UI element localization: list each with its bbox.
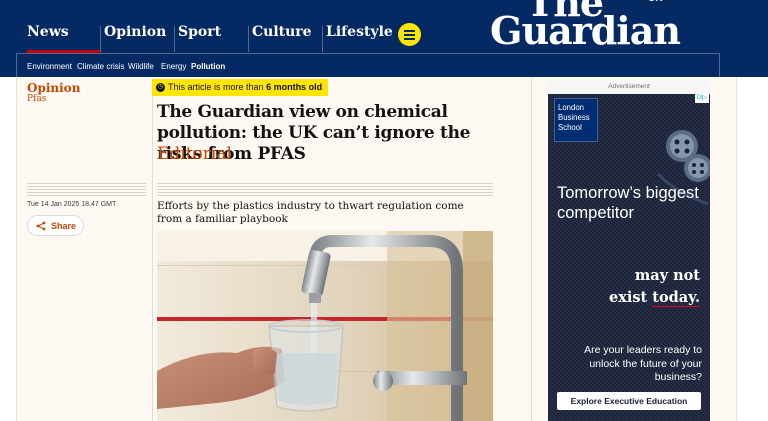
hero-image bbox=[157, 231, 493, 421]
subnav-wildlife[interactable]: Wildlife bbox=[128, 62, 154, 71]
article-standfirst: Efforts by the plastics industry to thwa… bbox=[157, 200, 464, 225]
ad-choices-icon[interactable]: D|▷ bbox=[695, 94, 709, 103]
sub-nav: Environment Climate crisis Wildlife Ener… bbox=[16, 53, 720, 77]
column-divider bbox=[152, 96, 153, 421]
column-divider bbox=[531, 77, 532, 421]
share-button[interactable]: Share bbox=[27, 215, 84, 236]
standfirst-rules bbox=[157, 183, 493, 196]
advertisement[interactable]: London Business School D|▷ Tomorrow’s bi… bbox=[548, 94, 710, 421]
share-icon bbox=[36, 221, 46, 231]
nav-divider bbox=[248, 26, 249, 52]
advertiser-logo-text: London Business School bbox=[558, 103, 590, 132]
hamburger-icon bbox=[404, 30, 415, 32]
age-badge-text: This article is more than 6 months old bbox=[168, 82, 322, 92]
nav-news[interactable]: News bbox=[27, 0, 100, 53]
masthead: News Opinion Sport Culture Lifestyle UK … bbox=[0, 0, 768, 77]
hamburger-icon bbox=[404, 38, 415, 40]
dateline[interactable]: Tue 14 Jan 2025 18.47 GMT bbox=[27, 201, 116, 208]
share-label: Share bbox=[51, 221, 77, 231]
logo-bottom-text: Guardian bbox=[490, 8, 681, 53]
nav-opinion[interactable]: Opinion bbox=[104, 0, 174, 53]
meta-rules bbox=[27, 183, 146, 196]
nav-culture[interactable]: Culture bbox=[252, 0, 322, 53]
menu-button[interactable] bbox=[398, 23, 421, 46]
nav-divider bbox=[174, 26, 175, 52]
ad-label: Advertisement bbox=[608, 83, 650, 90]
age-badge-bold: 6 months old bbox=[266, 82, 323, 92]
ad-subheadline: may not exist today. bbox=[609, 265, 700, 309]
ad-subheadline-line1: may not bbox=[634, 267, 700, 284]
subnav-energy[interactable]: Energy bbox=[161, 62, 186, 71]
ad-subheadline-line2: exist today. bbox=[609, 287, 700, 309]
age-badge-prefix: This article is more than bbox=[168, 82, 264, 92]
hamburger-icon bbox=[404, 34, 415, 36]
ad-body-text: Are your leaders ready to unlock the fut… bbox=[584, 344, 702, 383]
nav-lifestyle[interactable]: Lifestyle bbox=[326, 0, 394, 53]
section-label[interactable]: Opinion bbox=[27, 81, 80, 95]
ad-headline: Tomorrow’s biggest competitor bbox=[557, 184, 699, 222]
subnav-pollution[interactable]: Pollution bbox=[191, 62, 225, 71]
ad-subheadline-underlined: today. bbox=[652, 289, 700, 307]
ad-subheadline-word: exist bbox=[608, 289, 648, 306]
clock-icon: ◷ bbox=[156, 83, 165, 92]
series-label[interactable]: Pfas bbox=[27, 94, 46, 104]
article-age-badge: ◷ This article is more than 6 months old bbox=[152, 79, 328, 96]
ad-cta-button[interactable]: Explore Executive Education bbox=[557, 392, 701, 410]
guardian-logo[interactable]: The Guardian bbox=[490, 0, 681, 50]
advertiser-logo: London Business School bbox=[554, 98, 598, 142]
nav-divider bbox=[100, 26, 101, 52]
subnav-climate-crisis[interactable]: Climate crisis bbox=[77, 62, 125, 71]
nav-divider bbox=[322, 26, 323, 52]
nav-sport[interactable]: Sport bbox=[178, 0, 248, 53]
subnav-environment[interactable]: Environment bbox=[27, 62, 72, 71]
article-kicker: Editorial bbox=[157, 144, 232, 164]
tap-water-photo bbox=[157, 231, 493, 421]
